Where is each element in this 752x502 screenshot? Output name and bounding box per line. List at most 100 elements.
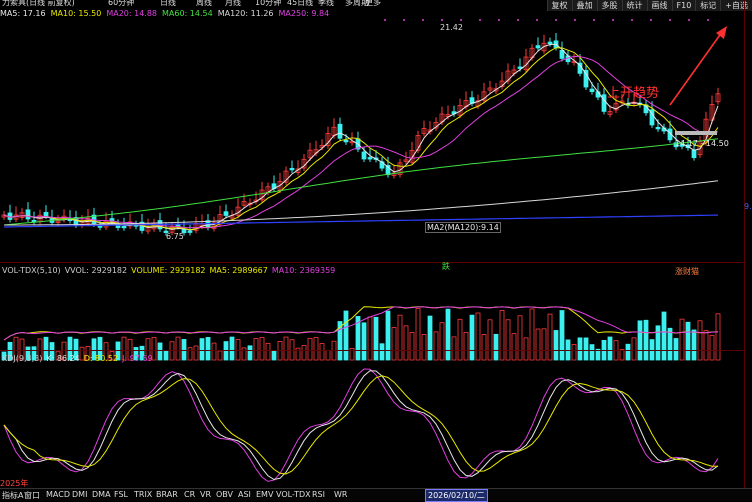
volume-bar (589, 344, 595, 361)
indicator-tab-11[interactable]: ASI (238, 490, 251, 499)
volume-bar (217, 350, 223, 361)
volume-bar (445, 308, 451, 361)
indicator-tab-10[interactable]: OBV (216, 490, 233, 499)
candle-body (223, 211, 229, 216)
volume-bar (475, 312, 481, 361)
candle-body (583, 69, 589, 88)
top-marker-dot (479, 19, 481, 21)
indicator-tab-5[interactable]: FSL (114, 490, 128, 499)
candle-body (655, 126, 661, 130)
volume-bar (415, 308, 421, 361)
top-marker-dot (422, 19, 424, 21)
top-marker-dot (441, 19, 443, 21)
volume-bar (319, 343, 325, 361)
volume-bar (487, 319, 493, 361)
volume-bar (325, 350, 331, 361)
volume-bar (493, 333, 499, 361)
volume-bar (619, 349, 625, 361)
volume-bar (541, 328, 547, 361)
volume-bar (667, 327, 673, 361)
volume-bar (427, 315, 433, 361)
top-marker-dot (707, 19, 709, 21)
indicator-tab-14[interactable]: RSI (312, 490, 325, 499)
volume-bar (229, 336, 235, 361)
volume-bar (283, 336, 289, 361)
high-price-label: 21.42 (440, 23, 463, 32)
candle-body (337, 123, 343, 139)
top-marker-dot (650, 19, 652, 21)
volume-bar (691, 329, 697, 361)
candle-body (43, 212, 49, 217)
volume-bar (697, 320, 703, 361)
top-marker-dot (460, 19, 462, 21)
volume-bar (559, 310, 565, 361)
top-marker-dot (384, 19, 386, 21)
volume-bar (361, 322, 367, 361)
volume-bar (259, 337, 265, 361)
indicator-tab-7[interactable]: BRAR (156, 490, 178, 499)
candle-body (187, 230, 193, 233)
volume-bar (193, 345, 199, 361)
top-marker-dot (593, 19, 595, 21)
volume-bar (529, 308, 535, 361)
volume-bar (379, 343, 385, 361)
volume-bar (703, 330, 709, 361)
volume-bar (553, 330, 559, 361)
volume-bar (451, 336, 457, 361)
top-marker-dot (688, 19, 690, 21)
volume-bar (397, 314, 403, 361)
indicator-tab-12[interactable]: EMV (256, 490, 273, 499)
kdj-legend-item: J: 97.69 (122, 354, 153, 363)
volume-bar (577, 337, 583, 361)
volume-bar (433, 331, 439, 361)
volume-bar (157, 342, 163, 361)
volume-bar (679, 318, 685, 361)
panel-divider (0, 262, 745, 263)
volume-bar (643, 319, 649, 361)
kdj-d-line (3, 375, 718, 475)
kdj-legend-item: KDJ(9,3,3) (2, 354, 43, 363)
ma60-line (3, 138, 719, 226)
indicator-tab-3[interactable]: DMI (72, 490, 87, 499)
top-marker-dot (612, 19, 614, 21)
range-label: 14.17 - 14.50 (675, 139, 729, 148)
vol-legend-item: VOL-TDX(5,10) (2, 266, 61, 275)
vol-ma5-line (3, 306, 719, 341)
volume-bar (247, 345, 253, 361)
volume-bar (343, 310, 349, 361)
volume-bar (469, 314, 475, 361)
candle-body (691, 149, 697, 159)
volume-bar (205, 337, 211, 361)
volume-bar (499, 310, 505, 361)
axis-marker: 9. (744, 202, 752, 211)
volume-bar (385, 310, 391, 361)
vol-legend-item: MA5: 2989667 (209, 266, 268, 275)
volume-bar (391, 327, 397, 361)
volume-bar (571, 344, 577, 361)
volume-bar (625, 343, 631, 361)
top-marker-dot (574, 19, 576, 21)
top-marker-dot (517, 19, 519, 21)
candle-body (25, 209, 31, 220)
indicator-tab-15[interactable]: WR (334, 490, 347, 499)
range-bar (675, 131, 717, 135)
volume-event-tag-2: 涨财猫 (675, 267, 699, 276)
indicator-tab-2[interactable]: MACD (46, 490, 70, 499)
indicator-tab-1[interactable]: 窗口 (24, 490, 40, 501)
top-marker-dot (403, 19, 405, 21)
volume-bar (505, 319, 511, 361)
indicator-tab-0[interactable]: 指标A (2, 490, 23, 501)
indicator-tab-9[interactable]: VR (200, 490, 211, 499)
kdj-legend: KDJ(9,3,3) K: 86.24 D: 80.52 J: 97.69 (2, 354, 157, 363)
stock-chart[interactable] (0, 0, 745, 488)
volume-bar (547, 313, 553, 361)
indicator-tab-8[interactable]: CR (184, 490, 195, 499)
indicator-tab-6[interactable]: TRIX (134, 490, 152, 499)
volume-legend: VOL-TDX(5,10) VVOL: 2929182 VOLUME: 292918… (2, 266, 339, 275)
volume-bar (421, 334, 427, 361)
volume-bar (481, 334, 487, 361)
indicator-tab-13[interactable]: VOL-TDX (276, 490, 311, 499)
candle-body (343, 139, 349, 143)
kdj-j-line (3, 368, 719, 482)
indicator-tab-4[interactable]: DMA (92, 490, 111, 499)
